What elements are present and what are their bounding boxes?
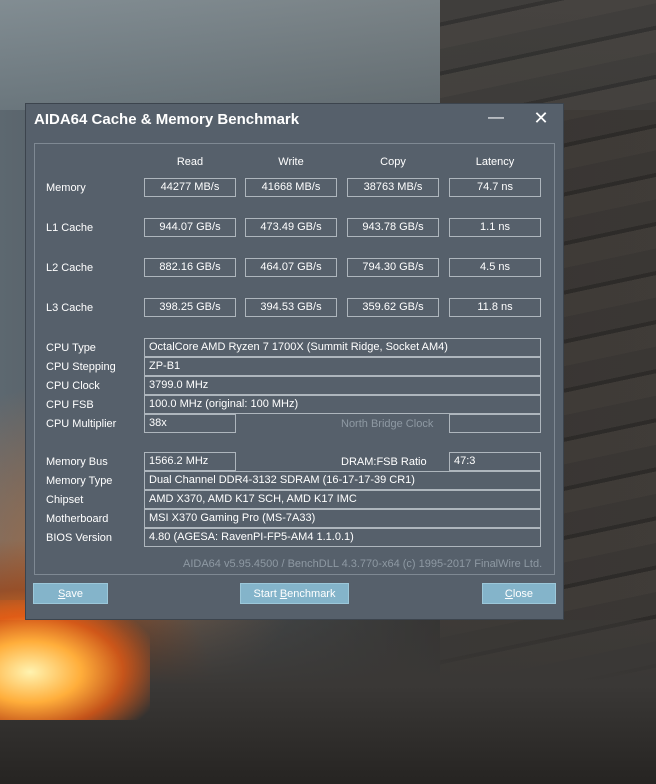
memory-read: 44277 MB/s (144, 178, 236, 197)
motherboard-label: Motherboard (46, 513, 109, 525)
nb-clock-value (449, 414, 541, 433)
row-label-memory: Memory (46, 182, 86, 194)
l1-latency: 1.1 ns (449, 218, 541, 237)
l1-read: 944.07 GB/s (144, 218, 236, 237)
header-read: Read (176, 156, 204, 168)
row-label-l2: L2 Cache (46, 262, 94, 274)
cpu-clock-label: CPU Clock (46, 380, 100, 392)
l3-copy: 359.62 GB/s (347, 298, 439, 317)
start-label-pre: Start (253, 588, 280, 600)
l3-read: 398.25 GB/s (144, 298, 236, 317)
l1-write: 473.49 GB/s (245, 218, 337, 237)
dram-ratio-value: 47:3 (449, 452, 541, 471)
l2-read: 882.16 GB/s (144, 258, 236, 277)
cpu-type-value: OctalCore AMD Ryzen 7 1700X (Summit Ridg… (144, 338, 541, 357)
l3-latency: 11.8 ns (449, 298, 541, 317)
bios-value: 4.80 (AGESA: RavenPI-FP5-AM4 1.1.0.1) (144, 528, 541, 547)
cpu-multiplier-label: CPU Multiplier (46, 418, 117, 430)
l3-write: 394.53 GB/s (245, 298, 337, 317)
minimize-icon[interactable]: — (484, 109, 508, 129)
header-latency: Latency (475, 156, 515, 168)
cpu-clock-value: 3799.0 MHz (144, 376, 541, 395)
dram-ratio-label: DRAM:FSB Ratio (341, 456, 427, 468)
memory-write: 41668 MB/s (245, 178, 337, 197)
cpu-multiplier-value: 38x (144, 414, 236, 433)
memory-bus-label: Memory Bus (46, 456, 108, 468)
window-title: AIDA64 Cache & Memory Benchmark (34, 111, 300, 128)
close-button[interactable]: Close (482, 583, 556, 604)
chipset-value: AMD X370, AMD K17 SCH, AMD K17 IMC (144, 490, 541, 509)
close-label-rest: lose (512, 588, 534, 600)
save-button[interactable]: Save (33, 583, 108, 604)
save-label-rest: ave (65, 588, 84, 600)
chipset-label: Chipset (46, 494, 84, 506)
cpu-type-label: CPU Type (46, 342, 96, 354)
l1-copy: 943.78 GB/s (347, 218, 439, 237)
title-bar[interactable]: AIDA64 Cache & Memory Benchmark — ✕ (26, 104, 563, 136)
header-copy: Copy (380, 156, 406, 168)
row-label-l3: L3 Cache (46, 302, 94, 314)
close-mnemonic: C (504, 588, 513, 600)
cpu-fsb-label: CPU FSB (46, 399, 94, 411)
memory-latency: 74.7 ns (449, 178, 541, 197)
cpu-stepping-value: ZP-B1 (144, 357, 541, 376)
cpu-stepping-label: CPU Stepping (46, 361, 116, 373)
nb-clock-label: North Bridge Clock (341, 418, 434, 430)
start-label-rest: enchmark (287, 588, 336, 600)
memory-bus-value: 1566.2 MHz (144, 452, 236, 471)
memory-copy: 38763 MB/s (347, 178, 439, 197)
l2-copy: 794.30 GB/s (347, 258, 439, 277)
header-write: Write (278, 156, 304, 168)
memory-type-label: Memory Type (46, 475, 113, 487)
bios-label: BIOS Version (46, 532, 113, 544)
cpu-fsb-value: 100.0 MHz (original: 100 MHz) (144, 395, 541, 414)
l2-write: 464.07 GB/s (245, 258, 337, 277)
start-benchmark-button[interactable]: Start Benchmark (240, 583, 349, 604)
close-icon[interactable]: ✕ (529, 109, 553, 129)
motherboard-value: MSI X370 Gaming Pro (MS-7A33) (144, 509, 541, 528)
footer-copyright: AIDA64 v5.95.4500 / BenchDLL 4.3.770-x64… (183, 558, 543, 570)
row-label-l1: L1 Cache (46, 222, 94, 234)
l2-latency: 4.5 ns (449, 258, 541, 277)
benchmark-window: AIDA64 Cache & Memory Benchmark — ✕ Read… (25, 103, 564, 620)
memory-type-value: Dual Channel DDR4-3132 SDRAM (16-17-17-3… (144, 471, 541, 490)
